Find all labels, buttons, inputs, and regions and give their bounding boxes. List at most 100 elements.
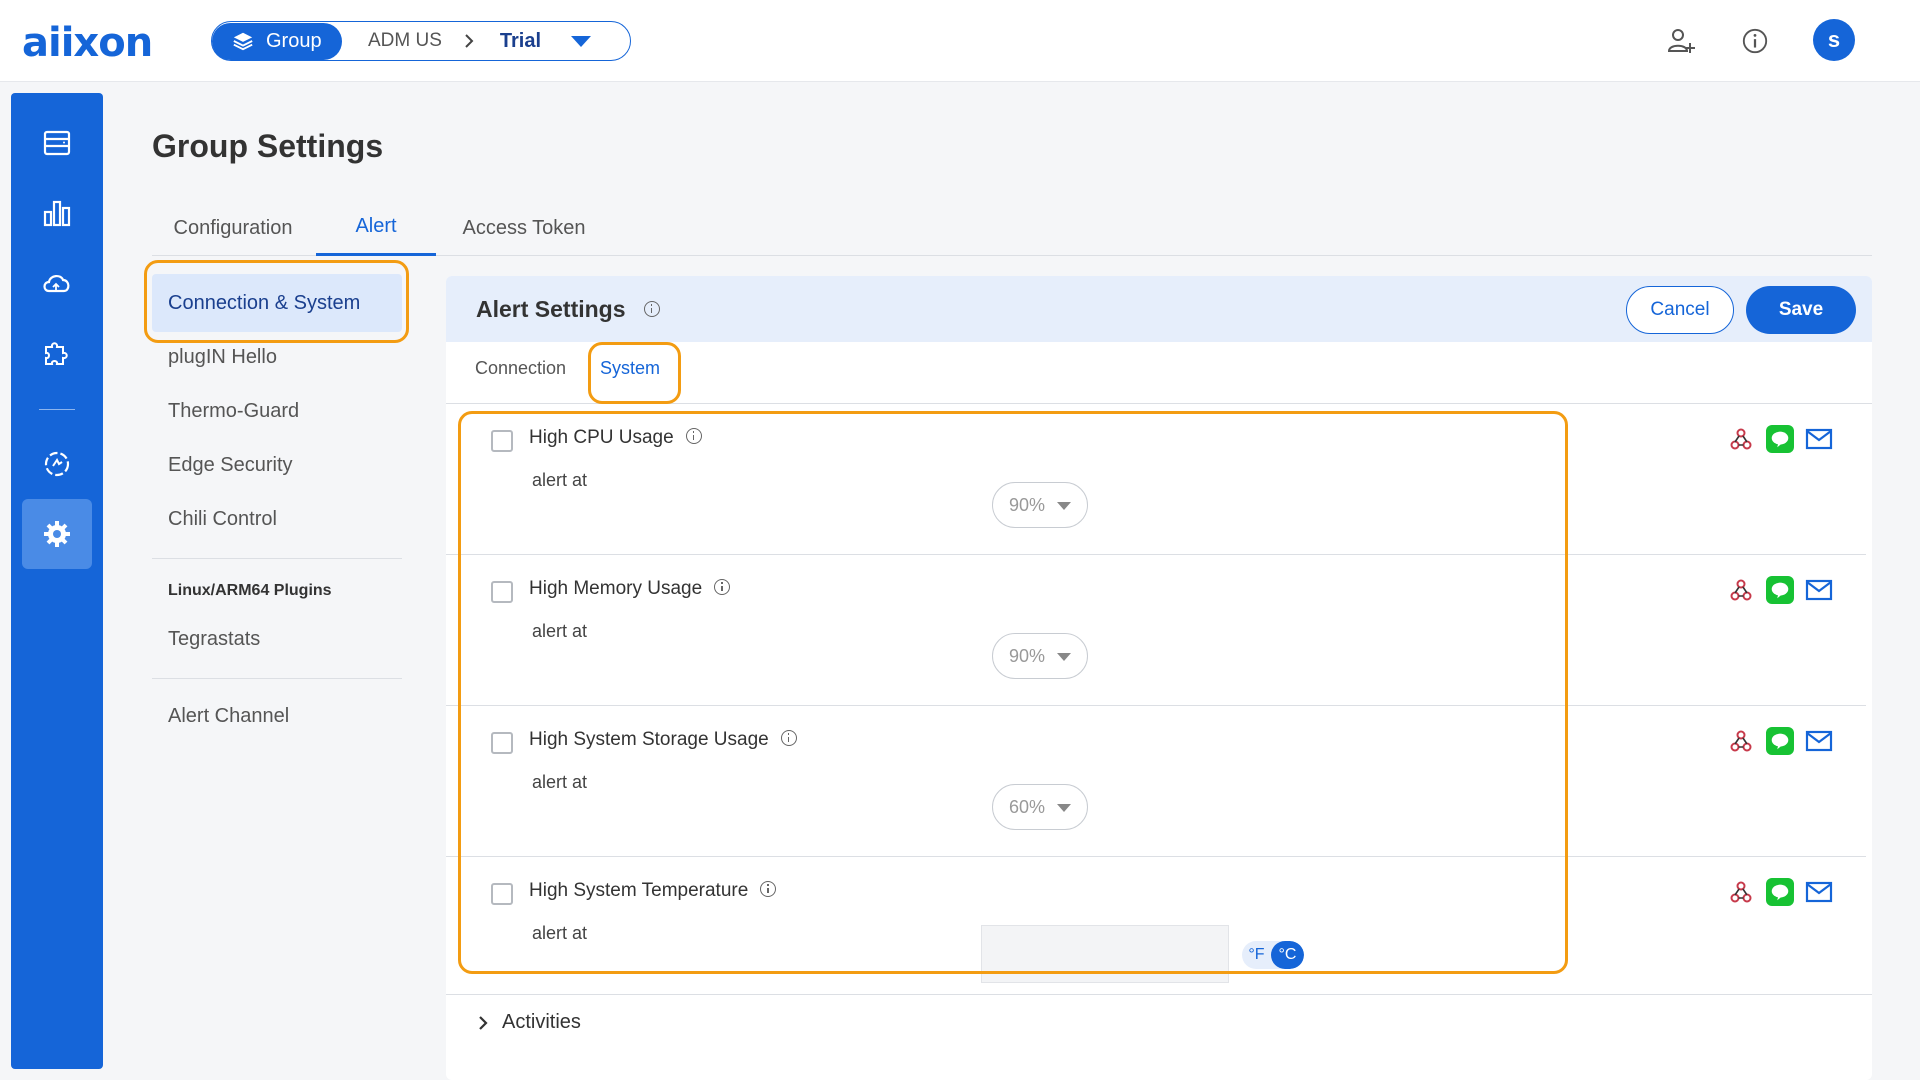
threshold-select[interactable]: 90% <box>992 482 1088 528</box>
checkbox[interactable] <box>491 732 513 754</box>
mail-icon[interactable] <box>1804 877 1834 907</box>
submenu-alert-channel[interactable]: Alert Channel <box>152 687 402 745</box>
alert-at-label: alert at <box>532 772 588 792</box>
activities-label: Activities <box>502 1011 581 1033</box>
webhook-icon[interactable] <box>1726 726 1756 756</box>
submenu-thermo-guard[interactable]: Thermo-Guard <box>152 382 402 440</box>
mail-icon[interactable] <box>1804 726 1834 756</box>
submenu-plugin-hello[interactable]: plugIN Hello <box>152 328 402 386</box>
alert-name-text: High Memory Usage <box>529 578 703 599</box>
checkbox[interactable] <box>491 430 513 452</box>
alert-row-memory: High Memory Usage alert at 90% <box>446 555 1866 706</box>
line-icon[interactable] <box>1766 727 1794 755</box>
info-icon[interactable] <box>643 301 660 318</box>
rail-divider <box>39 409 75 410</box>
save-button[interactable]: Save <box>1746 286 1856 334</box>
info-icon[interactable] <box>714 579 731 596</box>
tab-alert[interactable]: Alert <box>316 200 436 256</box>
panel-header: Alert Settings Cancel Save <box>446 276 1872 342</box>
breadcrumb[interactable]: Group ADM US Trial <box>211 21 631 61</box>
alert-name-text: High System Storage Usage <box>529 729 769 750</box>
unit-toggle[interactable]: °F °C <box>1242 941 1304 969</box>
page-title: Group Settings <box>152 128 384 164</box>
info-icon[interactable] <box>1738 24 1772 58</box>
alert-name: High System Temperature <box>529 880 777 902</box>
tab-configuration[interactable]: Configuration <box>152 200 314 256</box>
settings-tabs: Configuration Alert Access Token <box>152 200 1872 256</box>
rail-settings-item[interactable] <box>22 499 92 569</box>
temperature-input[interactable] <box>981 925 1229 983</box>
bar-chart-icon <box>43 200 71 227</box>
line-icon[interactable] <box>1766 425 1794 453</box>
server-icon <box>43 130 71 156</box>
info-icon[interactable] <box>760 881 777 898</box>
threshold-select[interactable]: 60% <box>992 784 1088 830</box>
group-pill[interactable]: Group <box>212 22 342 60</box>
alert-at-label: alert at <box>532 470 588 490</box>
threshold-value: 60% <box>1009 796 1046 817</box>
alert-name: High CPU Usage <box>529 427 702 449</box>
breadcrumb-org[interactable]: ADM US <box>368 30 442 52</box>
channel-icons <box>1726 877 1834 907</box>
unit-fahrenheit[interactable]: °F <box>1242 941 1271 969</box>
cloud-sync-icon <box>43 275 70 293</box>
add-user-icon[interactable] <box>1664 24 1698 58</box>
tab-access-token[interactable]: Access Token <box>444 200 604 256</box>
threshold-select[interactable]: 90% <box>992 633 1088 679</box>
cancel-button[interactable]: Cancel <box>1626 286 1734 334</box>
activities-toggle[interactable]: Activities <box>476 1011 581 1034</box>
alert-name-text: High System Temperature <box>529 880 749 901</box>
webhook-icon[interactable] <box>1726 424 1756 454</box>
unit-celsius[interactable]: °C <box>1271 941 1304 969</box>
rail-monitor-item[interactable] <box>22 429 92 499</box>
chevron-down-icon <box>1057 804 1071 812</box>
subtab-connection[interactable]: Connection <box>475 358 566 379</box>
chevron-down-icon[interactable] <box>571 35 592 47</box>
channel-icons <box>1726 726 1834 756</box>
mail-icon[interactable] <box>1804 575 1834 605</box>
info-icon[interactable] <box>780 730 797 747</box>
panel-title-text: Alert Settings <box>476 296 626 322</box>
avatar[interactable]: s <box>1813 19 1855 61</box>
subtab-system[interactable]: System <box>600 358 660 379</box>
layers-icon <box>233 32 253 51</box>
rail-devices-item[interactable] <box>22 108 92 178</box>
line-icon[interactable] <box>1766 576 1794 604</box>
rail-dashboard-item[interactable] <box>22 178 92 248</box>
line-icon[interactable] <box>1766 878 1794 906</box>
submenu-connection-system[interactable]: Connection & System <box>152 274 402 332</box>
alert-at-label: alert at <box>532 923 588 943</box>
checkbox[interactable] <box>491 581 513 603</box>
alert-name: High System Storage Usage <box>529 729 797 751</box>
alert-row-temperature: High System Temperature alert at °F °C <box>446 857 1866 1008</box>
breadcrumb-current[interactable]: Trial <box>500 30 541 53</box>
top-bar: aiixon Group ADM US Trial s <box>0 0 1920 82</box>
submenu-heading: Linux/ARM64 Plugins <box>168 582 332 599</box>
alert-row-cpu: High CPU Usage alert at 90% <box>446 404 1866 555</box>
chevron-right-icon <box>479 1015 488 1030</box>
alert-at-label: alert at <box>532 621 588 641</box>
submenu-tegrastats[interactable]: Tegrastats <box>152 610 402 668</box>
group-label: Group <box>266 29 322 52</box>
alert-settings-panel: Alert Settings Cancel Save Connection Sy… <box>446 276 1872 1080</box>
webhook-icon[interactable] <box>1726 575 1756 605</box>
chevron-down-icon <box>1057 653 1071 661</box>
alert-name: High Memory Usage <box>529 578 731 600</box>
rail-ota-item[interactable] <box>22 248 92 318</box>
info-icon[interactable] <box>685 428 702 445</box>
submenu-chili-control[interactable]: Chili Control <box>152 490 402 548</box>
app-logo[interactable]: aiixon <box>22 20 153 66</box>
rail-plugins-item[interactable] <box>22 318 92 388</box>
alert-name-text: High CPU Usage <box>529 427 674 448</box>
checkbox[interactable] <box>491 883 513 905</box>
channel-icons <box>1726 424 1834 454</box>
submenu-divider <box>152 678 402 679</box>
alert-subtabs: Connection System <box>446 342 1872 404</box>
mail-icon[interactable] <box>1804 424 1834 454</box>
refresh-gauge-icon <box>44 451 70 477</box>
webhook-icon[interactable] <box>1726 877 1756 907</box>
submenu-edge-security[interactable]: Edge Security <box>152 436 402 494</box>
gear-icon <box>44 521 70 547</box>
alert-row-storage: High System Storage Usage alert at 60% <box>446 706 1866 857</box>
puzzle-icon <box>45 342 68 365</box>
